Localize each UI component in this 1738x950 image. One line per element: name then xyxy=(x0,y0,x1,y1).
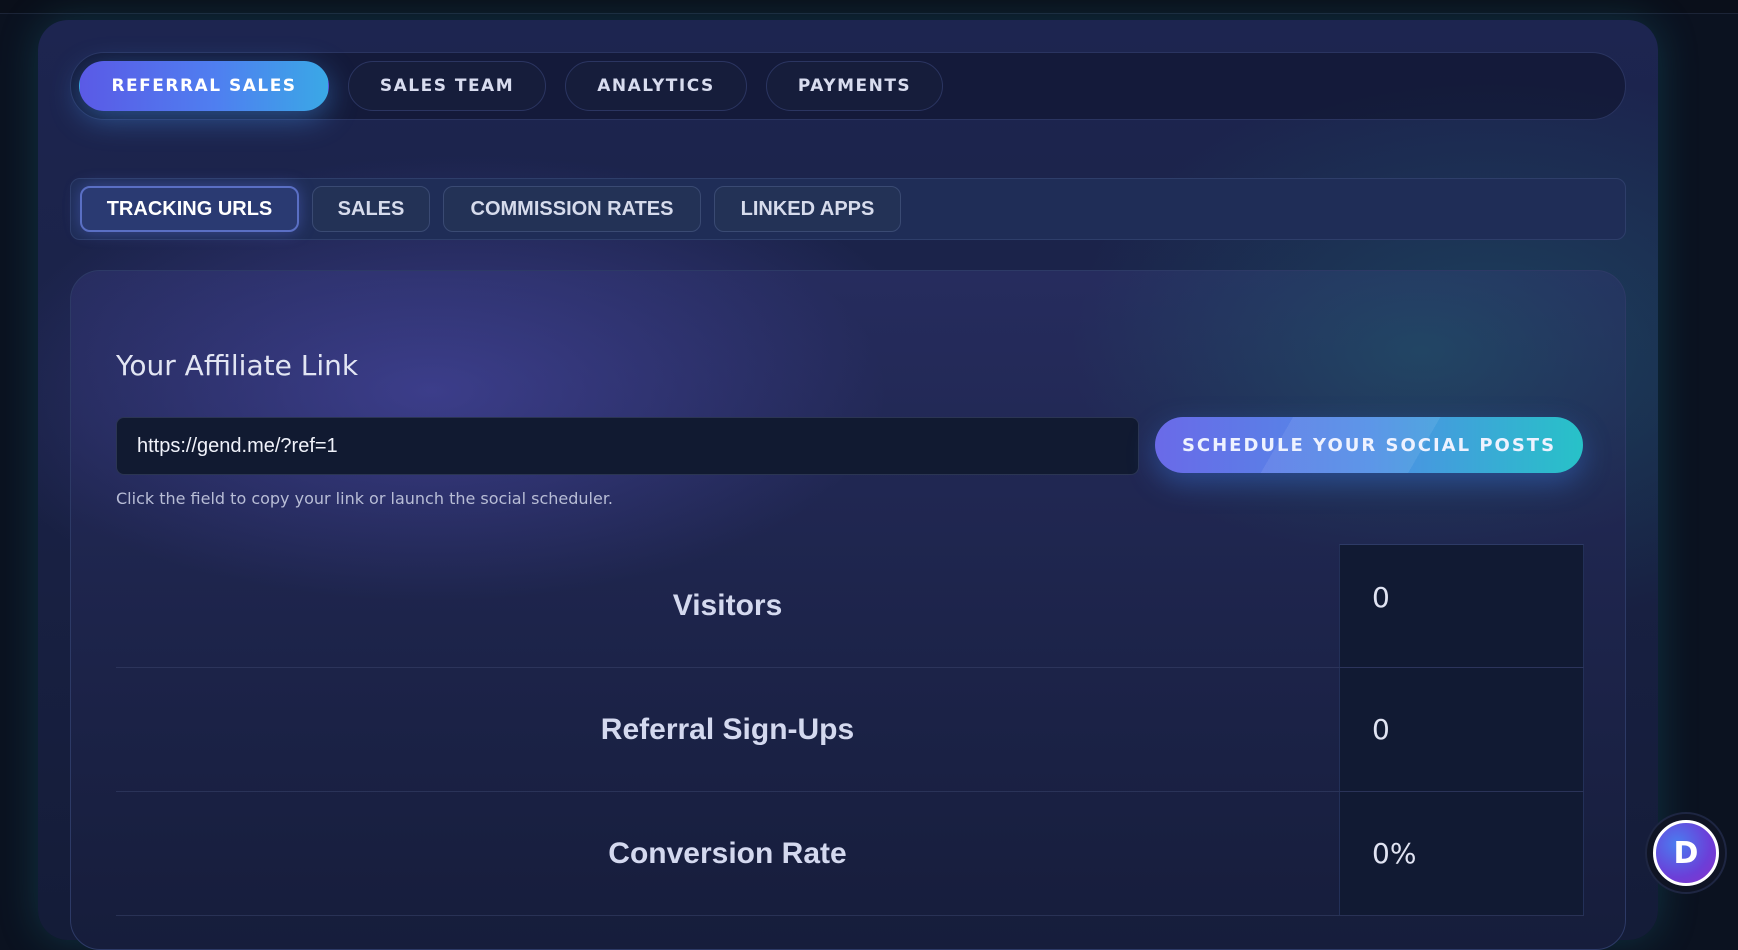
stat-value: 0 xyxy=(1339,668,1584,791)
stat-label: Visitors xyxy=(672,588,783,622)
floating-app-button[interactable]: D xyxy=(1645,812,1727,894)
tracking-urls-card: Your Affiliate Link SCHEDULE YOUR SOCIAL… xyxy=(70,270,1626,950)
sub-tab-bar: TRACKING URLS SALES COMMISSION RATES LIN… xyxy=(70,178,1626,240)
stat-value: 0 xyxy=(1339,544,1584,667)
affiliate-link-title: Your Affiliate Link xyxy=(116,349,359,382)
stat-row-visitors: Visitors 0 xyxy=(116,544,1584,668)
tab-analytics[interactable]: ANALYTICS xyxy=(565,61,747,111)
top-bar xyxy=(0,0,1738,14)
tab-payments[interactable]: PAYMENTS xyxy=(766,61,943,111)
subtab-commission-rates[interactable]: COMMISSION RATES xyxy=(443,186,701,232)
subtab-sales[interactable]: SALES xyxy=(312,186,430,232)
tab-sales-team[interactable]: SALES TEAM xyxy=(348,61,546,111)
stat-label: Conversion Rate xyxy=(608,836,847,870)
stat-row-referral-sign-ups: Referral Sign-Ups 0 xyxy=(116,668,1584,792)
affiliate-link-field[interactable] xyxy=(116,417,1139,475)
app-logo-icon: D xyxy=(1653,820,1719,886)
subtab-linked-apps[interactable]: LINKED APPS xyxy=(714,186,901,232)
stat-label: Referral Sign-Ups xyxy=(600,712,855,746)
main-tab-bar: REFERRAL SALES SALES TEAM ANALYTICS PAYM… xyxy=(70,52,1626,120)
stat-value: 0% xyxy=(1339,792,1584,915)
stat-row-conversion-rate: Conversion Rate 0% xyxy=(116,792,1584,916)
subtab-tracking-urls[interactable]: TRACKING URLS xyxy=(80,186,299,232)
affiliate-link-hint: Click the field to copy your link or lau… xyxy=(116,489,614,508)
schedule-social-posts-button[interactable]: SCHEDULE YOUR SOCIAL POSTS xyxy=(1155,417,1583,473)
stats-table: Visitors 0 Referral Sign-Ups 0 Conversio… xyxy=(116,544,1584,916)
tab-referral-sales[interactable]: REFERRAL SALES xyxy=(79,61,329,111)
